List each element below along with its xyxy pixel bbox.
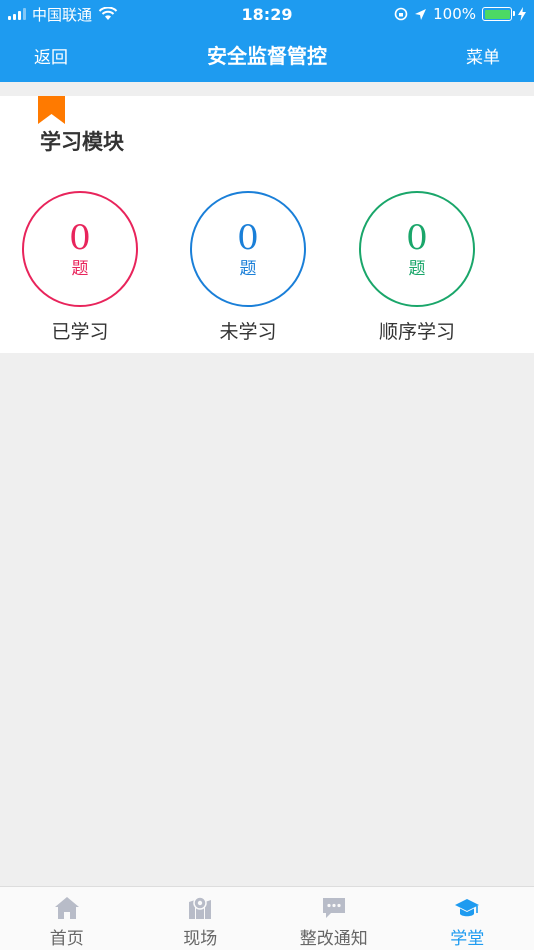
status-bar: 中国联通 18:29 100% <box>0 0 534 28</box>
unlearned-count: 0 <box>237 218 259 258</box>
sequential-count: 0 <box>406 218 428 258</box>
wifi-icon <box>98 7 118 20</box>
tab-rectification-notice[interactable]: 整改通知 <box>267 887 401 950</box>
tab-academy-label: 学堂 <box>450 929 485 949</box>
chat-icon <box>322 898 345 918</box>
sequential-unit: 题 <box>408 259 426 279</box>
unlearned-label: 未学习 <box>219 321 277 343</box>
tab-site-label: 现场 <box>183 929 218 949</box>
map-icon <box>189 896 212 919</box>
sequential-stat[interactable]: 0 题 顺序学习 <box>358 191 476 344</box>
tab-home-label: 首页 <box>49 929 84 949</box>
module-title: 学习模块 <box>40 130 124 154</box>
tab-academy[interactable]: 学堂 <box>401 887 534 950</box>
status-time: 18:29 <box>241 4 293 24</box>
location-icon <box>415 8 427 20</box>
learned-label: 已学习 <box>51 321 109 343</box>
signal-icon <box>8 8 26 20</box>
tab-bar: 首页 现场 整改通知 学堂 <box>0 886 534 950</box>
orientation-lock-icon <box>394 7 408 21</box>
learned-stat[interactable]: 0 题 已学习 <box>21 191 139 344</box>
unlearned-circle[interactable]: 0 题 <box>190 191 306 307</box>
tab-site[interactable]: 现场 <box>134 887 268 950</box>
bookmark-icon <box>38 96 65 124</box>
menu-button[interactable]: 菜单 <box>466 43 500 68</box>
charging-icon <box>518 7 526 21</box>
sequential-circle[interactable]: 0 题 <box>359 191 475 307</box>
status-left: 中国联通 <box>8 4 118 25</box>
battery-percent: 100% <box>433 5 476 23</box>
battery-fill <box>484 9 510 19</box>
carrier-name: 中国联通 <box>32 5 93 24</box>
battery-icon <box>482 7 515 21</box>
tab-home[interactable]: 首页 <box>0 887 134 950</box>
learned-circle[interactable]: 0 题 <box>22 191 138 307</box>
study-module-card: 学习模块 0 题 已学习 0 题 未学习 0 题 顺序学习 <box>0 96 534 353</box>
sequential-label: 顺序学习 <box>378 321 455 343</box>
status-right: 100% <box>394 5 526 23</box>
nav-bar: 返回 安全监督管控 菜单 <box>0 28 534 82</box>
learned-count: 0 <box>69 218 91 258</box>
learned-unit: 题 <box>71 259 89 279</box>
unlearned-unit: 题 <box>239 259 257 279</box>
page-title: 安全监督管控 <box>207 44 327 68</box>
home-icon <box>54 897 79 919</box>
graduation-cap-icon <box>455 899 480 917</box>
tab-rectification-label: 整改通知 <box>299 929 368 949</box>
unlearned-stat[interactable]: 0 题 未学习 <box>189 191 307 344</box>
